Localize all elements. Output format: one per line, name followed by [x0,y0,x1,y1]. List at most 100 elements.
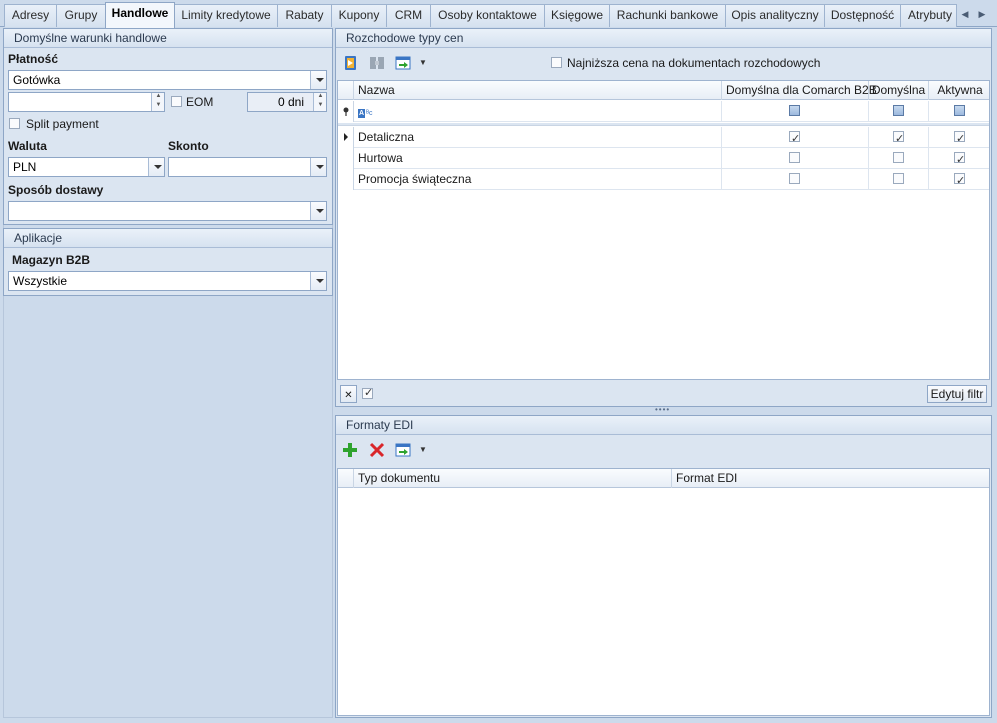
tab-handlowe[interactable]: Handlowe [105,2,175,28]
text-filter-hint: ᴮᴄ [366,110,373,117]
currency-select[interactable]: PLN [8,157,165,177]
row-default-checkbox[interactable] [893,173,904,184]
filter-default-checkbox[interactable] [893,105,904,116]
edi-formats-grid: Typ dokumentu Format EDI [337,468,990,716]
payment-dropdown-icon[interactable] [310,71,326,89]
warehouse-dropdown-icon[interactable] [310,272,326,290]
filter-cell-nazwa[interactable]: Aᴮᴄ [354,101,722,122]
header-indicator [338,81,354,100]
export-dropdown-icon[interactable]: ▼ [419,445,427,454]
tab-grupy[interactable]: Grupy [56,4,106,27]
current-row-arrow-icon [344,133,348,141]
payment-value: Gotówka [13,73,61,87]
edi-formats-title: Formaty EDI [336,416,991,435]
split-payment-label: Split payment [26,117,99,131]
export-grid-icon[interactable] [395,441,417,459]
payment-days-input[interactable]: ▲ ▼ [8,92,165,112]
tab-opis-analityczny[interactable]: Opis analityczny [725,4,825,27]
row-name: Detaliczna [354,127,722,148]
filter-cell-default[interactable] [869,101,929,122]
tab-atrybuty[interactable]: Atrybuty [900,4,957,27]
payment-label: Płatność [8,52,59,66]
row-b2b-checkbox[interactable] [789,129,800,149]
table-row[interactable]: Hurtowa [338,148,989,170]
filter-pin-icon [343,107,349,116]
column-document-type[interactable]: Typ dokumentu [354,469,672,488]
splitter-grip-icon[interactable]: •••• [655,405,670,414]
trade-terms-title: Domyślne warunki handlowe [4,29,332,48]
applications-title: Aplikacje [4,229,332,248]
export-grid-icon[interactable] [395,54,417,72]
filter-row-indicator [338,101,354,122]
price-types-grid: Nazwa Domyślna dla Comarch B2B Domyślna … [337,80,990,380]
row-b2b-checkbox[interactable] [789,152,800,163]
row-name: Promocja świąteczna [354,169,722,190]
days-field: 0 dni ▲ ▼ [247,92,327,112]
filter-b2b-checkbox[interactable] [789,105,800,116]
filter-enabled-checkbox[interactable] [362,386,373,399]
tab-dostepnosc[interactable]: Dostępność [824,4,901,27]
row-default-checkbox[interactable] [893,152,904,163]
column-default-b2b[interactable]: Domyślna dla Comarch B2B [722,81,877,100]
clear-filter-button[interactable]: ✕ [340,385,357,403]
tab-limity-kredytowe[interactable]: Limity kredytowe [174,4,278,27]
eom-checkbox[interactable] [171,96,182,107]
payment-days-spinner[interactable]: ▲ ▼ [151,93,164,111]
tab-scroll-right-icon[interactable]: ▶ [975,6,989,22]
header-indicator [338,469,354,488]
add-icon[interactable] [341,441,359,459]
tab-rachunki-bankowe[interactable]: Rachunki bankowe [609,4,726,27]
days-value: 0 dni [277,95,304,109]
delivery-select[interactable] [8,201,327,221]
filter-row: Aᴮᴄ [338,101,989,122]
row-indicator [338,169,354,190]
discount-label: Skonto [168,139,209,153]
row-indicator [338,148,354,169]
filter-cell-active[interactable] [929,101,991,122]
discount-dropdown-icon[interactable] [310,158,326,176]
column-active[interactable]: Aktywna [929,81,991,100]
tab-crm[interactable]: CRM [386,4,431,27]
warehouse-b2b-select[interactable]: Wszystkie [8,271,327,291]
tab-ksiegowe[interactable]: Księgowe [544,4,610,27]
text-filter-icon: A [358,109,366,118]
filter-active-checkbox[interactable] [954,105,965,116]
row-active-checkbox[interactable] [954,171,965,191]
lowest-price-label: Najniższa cena na dokumentach rozchodowy… [567,56,821,70]
table-row[interactable]: Promocja świąteczna [338,169,989,191]
warehouse-b2b-label: Magazyn B2B [12,253,91,267]
row-active-checkbox[interactable] [954,150,965,170]
row-b2b-checkbox[interactable] [789,173,800,184]
row-default-checkbox[interactable] [893,129,904,149]
tab-bar: Adresy Grupy Handlowe Limity kredytowe R… [0,0,997,28]
remove-price-type-icon[interactable] [368,54,386,72]
tab-adresy[interactable]: Adresy [4,4,57,27]
price-types-title: Rozchodowe typy cen [336,29,991,48]
delivery-dropdown-icon[interactable] [310,202,326,220]
discount-select[interactable] [168,157,327,177]
delete-icon[interactable] [368,441,386,459]
payment-select[interactable]: Gotówka [8,70,327,90]
table-row[interactable]: Detaliczna [338,127,989,149]
column-edi-format[interactable]: Format EDI [672,469,991,488]
export-dropdown-icon[interactable]: ▼ [419,58,427,67]
tab-kupony[interactable]: Kupony [331,4,387,27]
tab-rabaty[interactable]: Rabaty [277,4,332,27]
currency-label: Waluta [8,139,47,153]
currency-value: PLN [13,160,37,174]
tab-scroll-left-icon[interactable]: ◀ [958,6,972,22]
close-icon: ✕ [344,390,353,401]
tab-osoby-kontaktowe[interactable]: Osoby kontaktowe [430,4,545,27]
split-payment-checkbox[interactable] [9,118,20,129]
edit-filter-button[interactable]: Edytuj filtr [927,385,987,403]
lowest-price-checkbox[interactable] [551,57,562,68]
currency-dropdown-icon[interactable] [148,158,164,176]
row-active-checkbox[interactable] [954,129,965,149]
eom-label: EOM [186,95,214,109]
column-default[interactable]: Domyślna [869,81,929,100]
warehouse-b2b-value: Wszystkie [13,274,67,288]
column-nazwa[interactable]: Nazwa [354,81,722,100]
filter-cell-b2b[interactable] [722,101,869,122]
assign-price-type-icon[interactable] [342,54,360,72]
row-name: Hurtowa [354,148,722,169]
